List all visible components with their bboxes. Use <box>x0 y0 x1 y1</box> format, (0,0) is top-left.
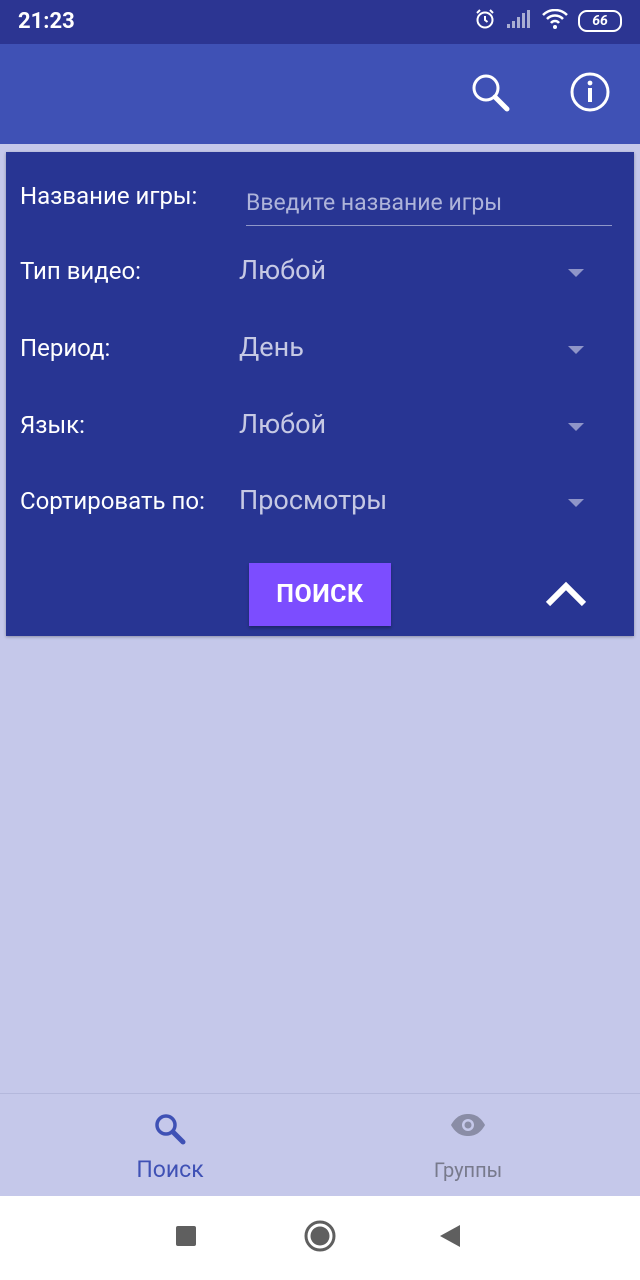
period-select[interactable]: День <box>232 320 612 380</box>
dropdown-arrow-icon <box>568 269 584 277</box>
dropdown-arrow-icon <box>568 499 584 507</box>
collapse-button[interactable] <box>542 572 590 620</box>
language-select[interactable]: Любой <box>232 397 612 457</box>
system-navigation-bar <box>0 1196 640 1280</box>
search-form-panel: Название игры: Тип видео: Любой Период: … <box>6 152 634 636</box>
status-bar: 21:23 66 <box>0 0 640 44</box>
video-type-select[interactable]: Любой <box>232 243 612 303</box>
status-icons: 66 <box>474 8 622 34</box>
search-icon <box>469 71 511 117</box>
language-label: Язык: <box>20 411 85 439</box>
nav-label-search: Поиск <box>136 1156 204 1183</box>
recents-square-icon <box>175 1225 197 1251</box>
video-type-label: Тип видео: <box>20 257 141 285</box>
sort-label: Сортировать по: <box>20 487 205 515</box>
dropdown-arrow-icon <box>568 423 584 431</box>
search-button[interactable] <box>466 70 514 118</box>
home-circle-icon <box>303 1219 337 1257</box>
bottom-navigation: Поиск Группы <box>0 1093 640 1197</box>
sort-value: Просмотры <box>239 484 388 516</box>
search-submit-button[interactable]: Поиск <box>249 563 391 626</box>
chevron-up-icon <box>544 579 588 613</box>
video-type-row: Тип видео: Любой <box>6 243 634 303</box>
period-label: Период: <box>20 334 111 362</box>
sort-row: Сортировать по: Просмотры <box>6 473 634 533</box>
language-row: Язык: Любой <box>6 397 634 457</box>
status-time: 21:23 <box>18 9 75 34</box>
video-type-value: Любой <box>239 254 327 286</box>
recents-button[interactable] <box>166 1218 206 1258</box>
game-name-input[interactable] <box>246 186 612 226</box>
sort-select[interactable]: Просмотры <box>232 473 612 533</box>
game-name-label: Название игры: <box>20 182 198 210</box>
language-value: Любой <box>239 408 327 440</box>
eye-icon <box>450 1112 486 1142</box>
info-icon <box>569 71 611 117</box>
nav-item-search[interactable]: Поиск <box>10 1094 330 1197</box>
info-button[interactable] <box>566 70 614 118</box>
nav-item-groups[interactable]: Группы <box>308 1094 628 1197</box>
signal-icon <box>506 9 532 33</box>
alarm-icon <box>474 8 496 34</box>
home-button[interactable] <box>300 1218 340 1258</box>
period-row: Период: День <box>6 320 634 380</box>
dropdown-arrow-icon <box>568 346 584 354</box>
period-value: День <box>239 331 304 363</box>
nav-label-groups: Группы <box>433 1158 503 1182</box>
search-icon <box>153 1112 187 1150</box>
wifi-icon <box>542 8 568 33</box>
back-button[interactable] <box>430 1218 470 1258</box>
battery-icon: 66 <box>578 10 622 32</box>
game-name-row: Название игры: <box>6 168 634 228</box>
back-triangle-icon <box>438 1223 462 1253</box>
app-bar <box>0 44 640 144</box>
